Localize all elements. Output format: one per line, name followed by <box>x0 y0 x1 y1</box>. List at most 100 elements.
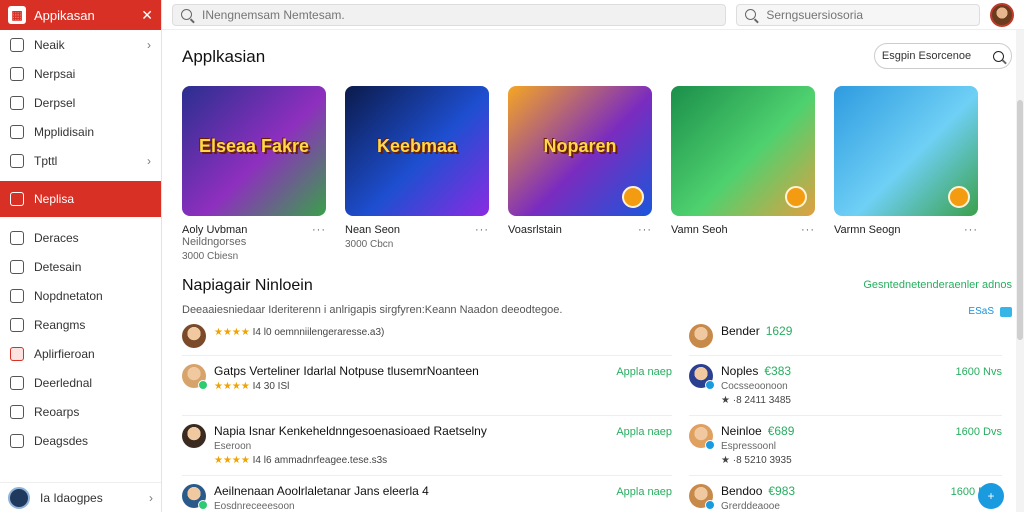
app-list-left: ★★★★ I4 l0 oemnniilengeraresse.a3) Gatps … <box>182 320 672 512</box>
menu-item-icon <box>10 433 24 448</box>
user-avatar[interactable] <box>990 2 1014 27</box>
list-item-title: Bendoo €983 <box>721 484 951 498</box>
sidebar-footer[interactable]: Ia Idaogpes › <box>0 482 161 512</box>
app-thumbnail[interactable]: Keebmaa <box>345 86 489 216</box>
sidebar-item-label: Deraces <box>34 230 79 245</box>
top-bar <box>162 0 1024 30</box>
side-search-input[interactable] <box>766 7 972 22</box>
price-link[interactable]: 1600 Dvs <box>956 426 1002 438</box>
list-item-name: Gatps Verteliner Idarlal Notpuse tlusemr… <box>214 364 479 378</box>
status-dot <box>705 380 715 390</box>
sidebar-item[interactable]: Neplisa <box>0 181 161 217</box>
sidebar-item[interactable]: Deagsdes <box>0 426 161 455</box>
menu-item-icon <box>10 404 24 419</box>
list-item[interactable]: Neinloe €689 Espressoonl ★ ·8 5210 3935 1600… <box>689 416 1002 476</box>
sidebar-item[interactable]: Reangms <box>0 310 161 339</box>
section-link[interactable]: Gesntednetenderaenler adnos <box>863 279 1012 291</box>
side-search-box[interactable] <box>736 3 981 26</box>
status-dot <box>198 380 208 390</box>
app-card[interactable]: Vamn Seoh ··· <box>671 86 815 262</box>
status-dot <box>705 500 715 510</box>
price-link[interactable]: 1600 Nvs <box>956 366 1002 378</box>
app-thumbnail[interactable] <box>834 86 978 216</box>
app-card[interactable]: Elseaa Fakre Aoly Uvbman Neildngorses ··· 3… <box>182 86 326 262</box>
app-thumbnail[interactable]: Noparen <box>508 86 652 216</box>
sidebar-item[interactable]: Neaik › <box>0 30 161 59</box>
list-item-body: Neinloe €689 Espressoonl ★ ·8 5210 3935 <box>721 424 956 466</box>
sidebar-item[interactable]: Mpplidisain <box>0 117 161 146</box>
more-options-icon[interactable]: ··· <box>638 224 652 236</box>
discover-button-label: Esgpin Esorcenoe <box>881 50 972 62</box>
app-card[interactable]: Keebmaa Nean Seon ··· 3000 Cbcn <box>345 86 489 262</box>
sidebar-item[interactable]: Deraces <box>0 223 161 252</box>
sidebar-item[interactable]: Nerpsai <box>0 59 161 88</box>
card-meta: Nean Seon ··· <box>345 224 489 236</box>
avatar <box>182 484 208 510</box>
sidebar-item-label: Nopdnetaton <box>34 288 103 303</box>
more-options-icon[interactable]: ··· <box>964 224 978 236</box>
install-link[interactable]: Appla naep <box>616 486 672 498</box>
more-options-icon[interactable]: ··· <box>475 224 489 236</box>
sidebar-item-label: Nerpsai <box>34 66 76 81</box>
card-title-row: Vamn Seoh <box>671 224 728 236</box>
list-item-body: Aeilnenaan Aoolrlaletanar Jans eleerla 4… <box>214 484 616 512</box>
app-thumbnail[interactable] <box>671 86 815 216</box>
app-card[interactable]: Noparen Voasrlstain ··· <box>508 86 652 262</box>
list-item[interactable]: Gatps Verteliner Idarlal Notpuse tlusemr… <box>182 356 672 416</box>
star-rating-icon: ★★★★ <box>214 327 250 338</box>
app-badge-icon <box>948 186 970 208</box>
app-card[interactable]: Varmn Seogn ··· <box>834 86 978 262</box>
menu-item-icon <box>10 153 24 168</box>
avatar <box>182 424 206 448</box>
rating-text: I4 l6 ammadnrfeagee.tese.s3s <box>252 455 388 466</box>
menu-item-icon <box>10 192 24 206</box>
app-subtitle: 3000 Cbcn <box>345 239 394 250</box>
list-item[interactable]: Napia Isnar Kenkeheldnngesoenasioaed Rae… <box>182 416 672 476</box>
app-name: Nean Seon <box>345 224 401 236</box>
sidebar-item-label: Deagsdes <box>34 433 89 448</box>
list-item[interactable]: Noples €383 Cocsseoonoon ★ ·8 2411 3485 1600… <box>689 356 1002 416</box>
sidebar-item[interactable]: Reoarps <box>0 397 161 426</box>
more-options-icon[interactable]: ··· <box>312 224 326 248</box>
list-item-sub: Eseroon <box>214 441 252 452</box>
sidebar-item-label: Deerlednal <box>34 375 93 390</box>
app-thumbnail[interactable]: Elseaa Fakre <box>182 86 326 216</box>
scrollbar-thumb[interactable] <box>1017 100 1023 340</box>
list-item[interactable]: Bendoo€983Grerddeaooe★ ·s 9210 3i3le1600… <box>689 476 1002 512</box>
menu-item-icon <box>10 259 24 274</box>
list-item-count: €983 <box>768 484 796 498</box>
avatar <box>182 324 206 348</box>
status-dot <box>198 500 208 510</box>
section-tag[interactable]: ESaS <box>968 306 1012 317</box>
sidebar-item[interactable]: Aplirfieroan <box>0 339 161 368</box>
main-search-box[interactable] <box>172 3 727 26</box>
list-item[interactable]: Bender 1629 <box>689 320 1002 356</box>
list-item-sub: Eosdnreceeesoon <box>214 501 295 512</box>
sidebar-item[interactable]: Deerlednal <box>0 368 161 397</box>
list-item-body: ★★★★ I4 l0 oemnniilengeraresse.a3) <box>214 324 672 338</box>
avatar <box>689 424 715 450</box>
fab-button[interactable]: + <box>978 483 1004 509</box>
app-name: Vamn Seoh <box>671 224 728 236</box>
list-item[interactable]: ★★★★ I4 l0 oemnniilengeraresse.a3) <box>182 320 672 356</box>
star-rating-icon: ★★★★ <box>214 455 250 466</box>
discover-button[interactable]: Esgpin Esorcenoe <box>874 43 1012 69</box>
close-icon[interactable]: ✕ <box>141 7 153 24</box>
sidebar-item[interactable]: Derpsel <box>0 88 161 117</box>
install-link[interactable]: Appla naep <box>616 366 672 378</box>
list-item[interactable]: Aeilnenaan Aoolrlaletanar Jans eleerla 4… <box>182 476 672 512</box>
rating-text: I4 l0 oemnniilengeraresse.a3) <box>252 327 385 338</box>
list-item-body: Bender 1629 <box>721 324 1002 338</box>
avatar <box>8 486 30 509</box>
scrollbar[interactable] <box>1016 30 1024 512</box>
more-options-icon[interactable]: ··· <box>801 224 815 236</box>
sidebar-item[interactable]: Nopdnetaton <box>0 281 161 310</box>
sidebar-item[interactable]: Detesain <box>0 252 161 281</box>
sidebar-item[interactable]: Tpttl › <box>0 146 161 175</box>
install-link[interactable]: Appla naep <box>616 426 672 438</box>
card-meta: Voasrlstain ··· <box>508 224 652 236</box>
search-input[interactable] <box>202 7 718 22</box>
app-name: Voasrlstain <box>508 224 562 236</box>
list-item-title: Bender 1629 <box>721 324 1002 338</box>
list-item-body: Bendoo€983Grerddeaooe★ ·s 9210 3i3le <box>721 484 951 512</box>
